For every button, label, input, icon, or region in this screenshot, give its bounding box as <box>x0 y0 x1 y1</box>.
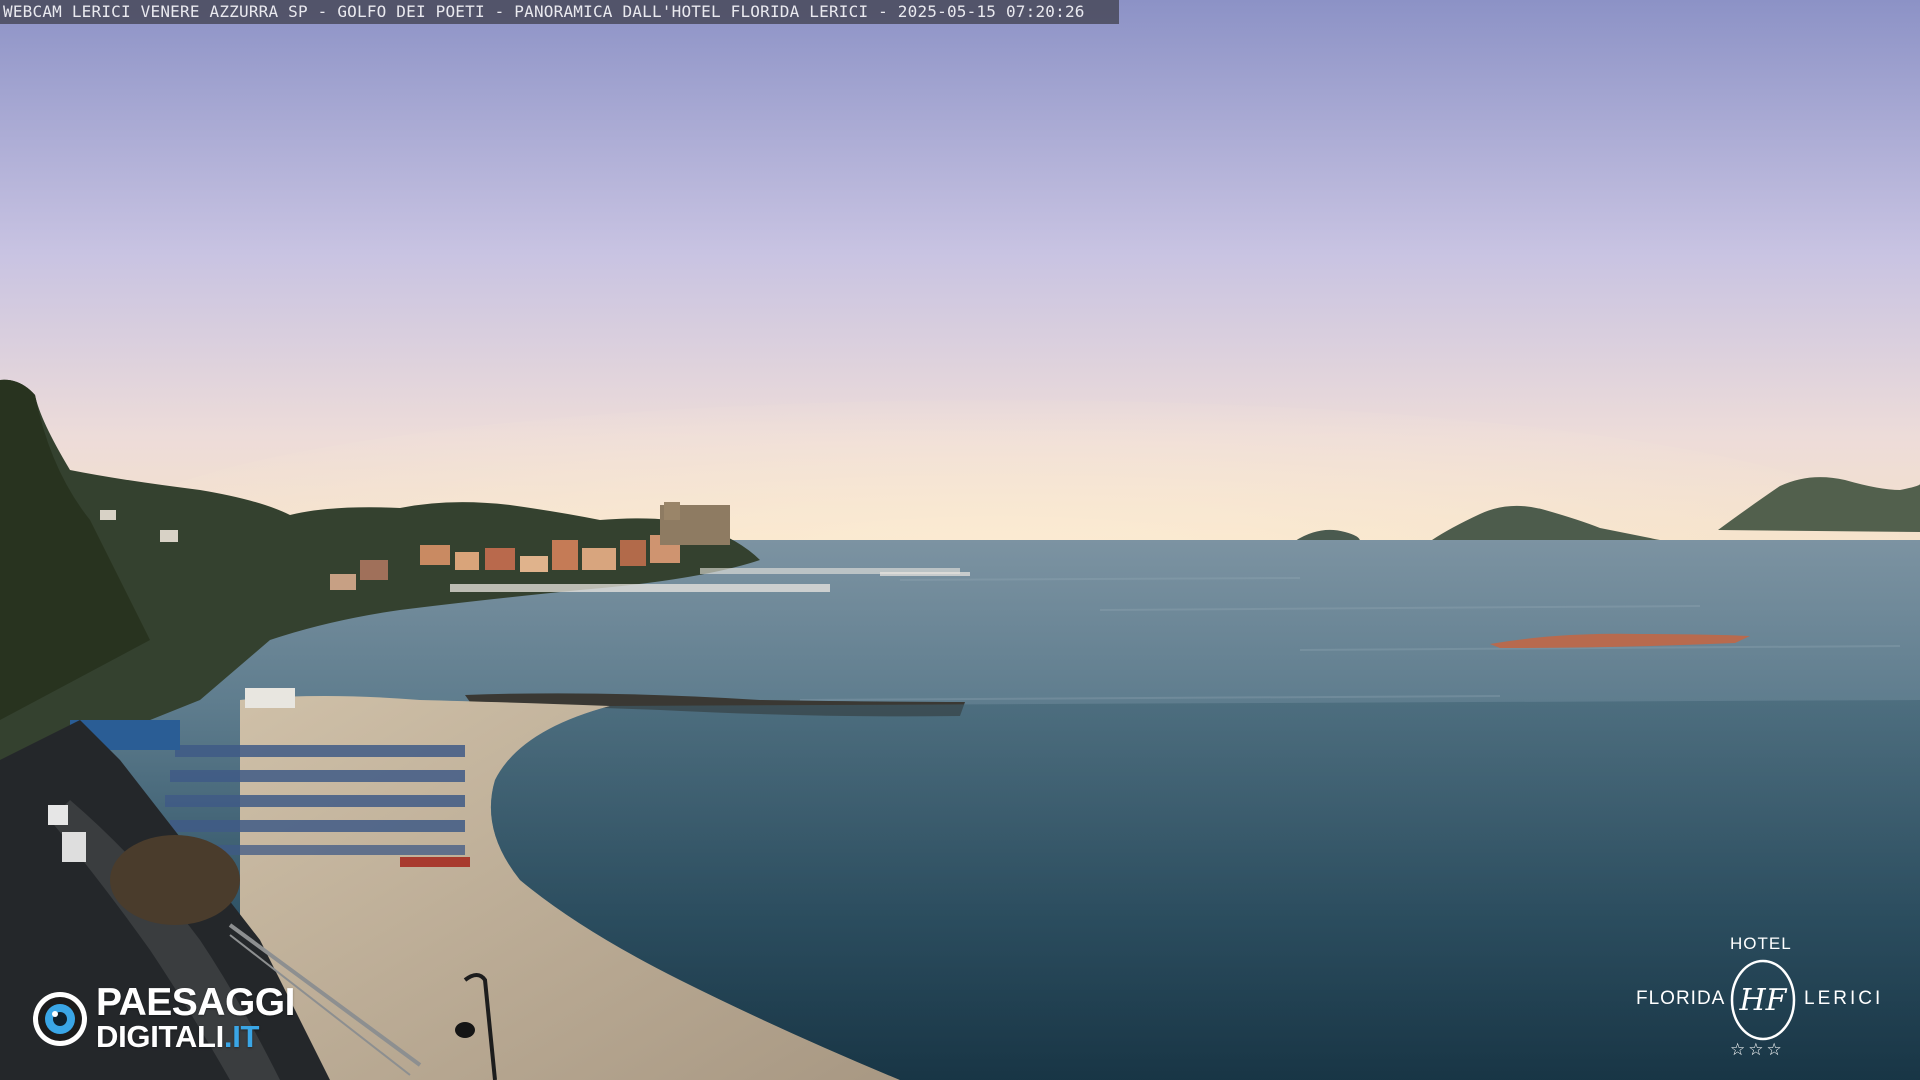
hotel-name-left: FLORIDA <box>1636 988 1726 1009</box>
hotel-monogram-icon: HF <box>1730 959 1796 1041</box>
brand-name-line2: DIGITALI.IT <box>96 1021 259 1053</box>
paesaggi-digitali-logo: PAESAGGI DIGITALI.IT <box>30 981 330 1055</box>
brand-name-tld: .IT <box>223 1019 260 1054</box>
webcam-view: WEBCAM LERICI VENERE AZZURRA SP - GOLFO … <box>0 0 1920 1080</box>
eye-logo-icon <box>33 992 87 1046</box>
webcam-caption-bar: WEBCAM LERICI VENERE AZZURRA SP - GOLFO … <box>0 0 1119 24</box>
hotel-stars: ☆☆☆ <box>1730 1040 1785 1059</box>
hotel-name-right: LERICI <box>1804 988 1884 1009</box>
webcam-caption: WEBCAM LERICI VENERE AZZURRA SP - GOLFO … <box>3 2 1085 21</box>
landscape-photo <box>0 0 1920 1080</box>
hotel-word: HOTEL <box>1730 934 1792 953</box>
brand-name-line1: PAESAGGI <box>96 981 295 1024</box>
brand-name-main: DIGITALI <box>96 1019 224 1054</box>
hotel-florida-logo: HOTEL FLORIDA HF LERICI ☆☆☆ <box>1630 930 1900 1070</box>
monogram-text: HF <box>1739 983 1788 1018</box>
